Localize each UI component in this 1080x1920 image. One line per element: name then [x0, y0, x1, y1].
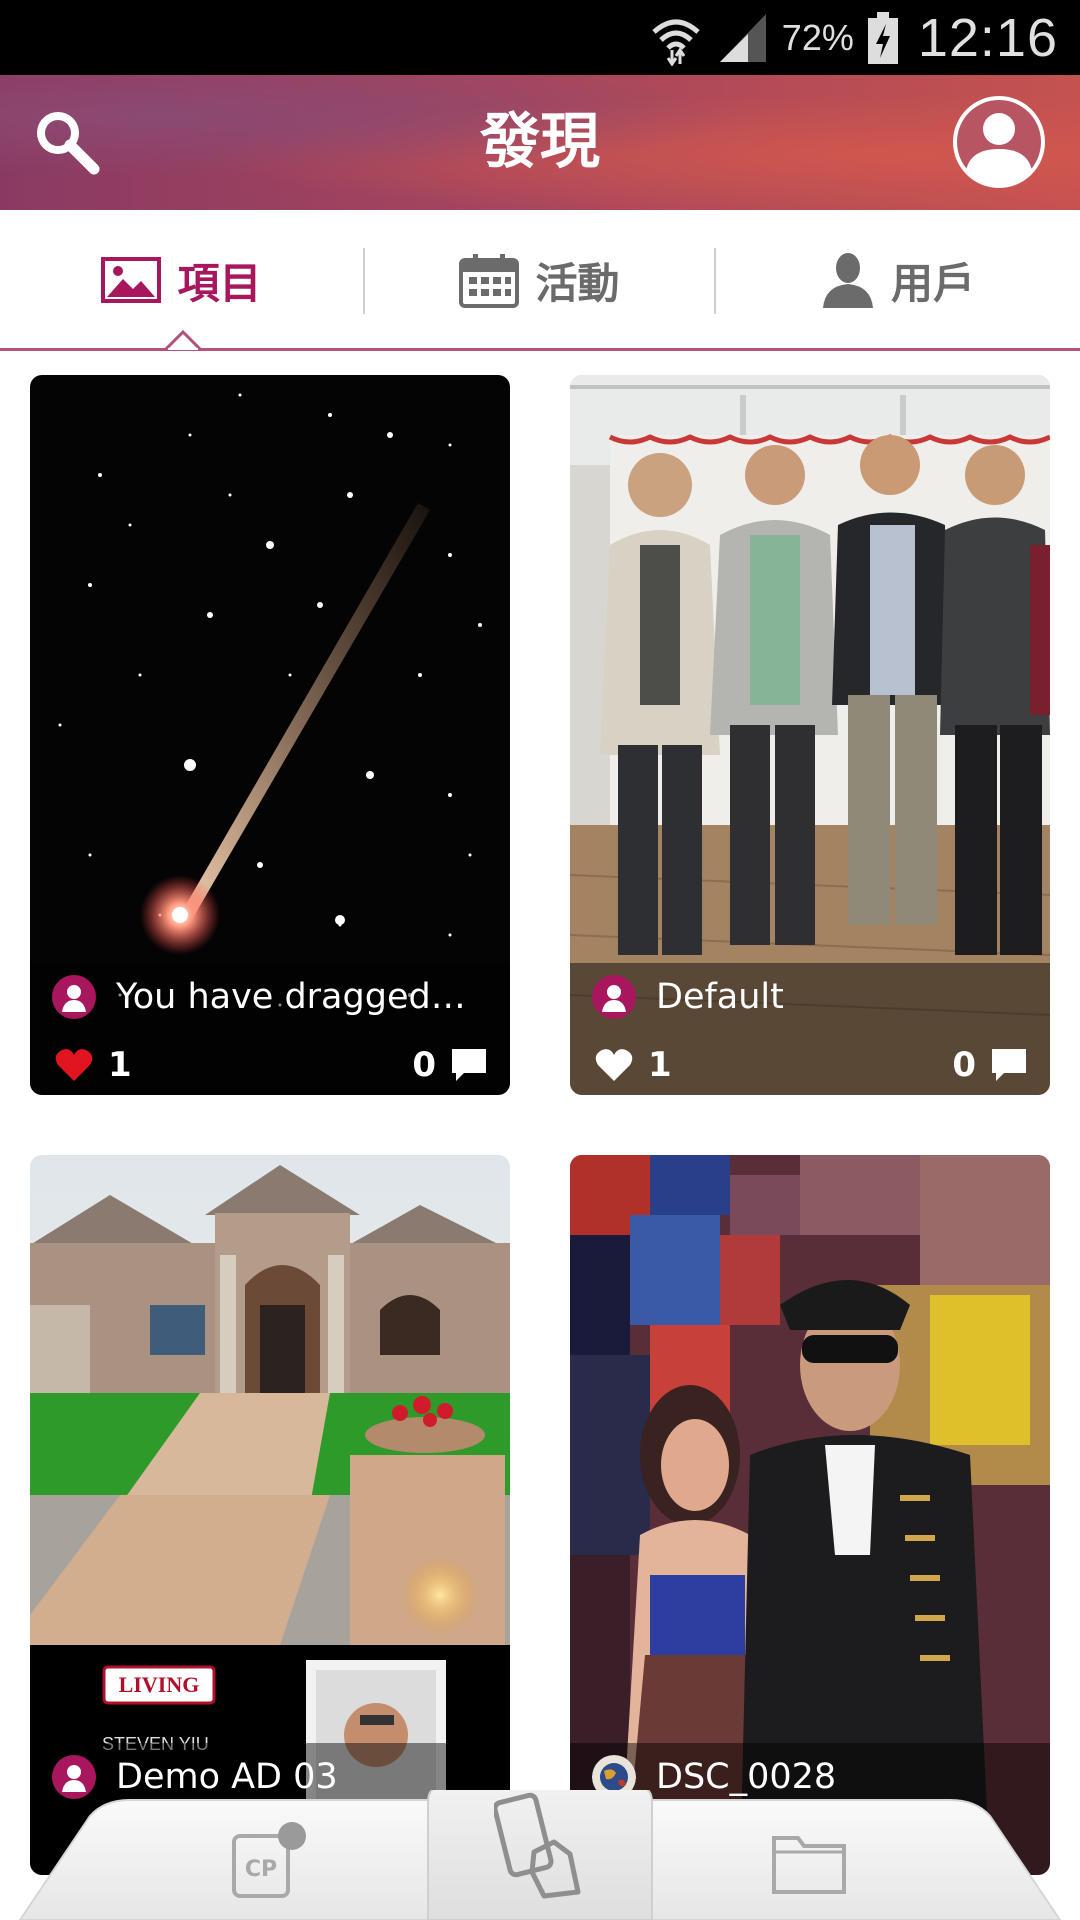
- card-author: Default: [592, 975, 784, 1019]
- tab-label: 用戶: [890, 258, 975, 308]
- like-count: 1: [108, 1045, 132, 1085]
- cp-icon: CP: [232, 1822, 306, 1898]
- author-avatar: [52, 975, 96, 1019]
- tab-label: 項目: [177, 258, 262, 308]
- likes[interactable]: 1: [54, 1045, 132, 1085]
- active-tab-caret: [165, 329, 201, 350]
- tab-users[interactable]: 用戶: [716, 210, 1080, 350]
- user-icon: [822, 253, 873, 308]
- user-avatar-icon: [953, 96, 1045, 188]
- svg-text:CP: CP: [245, 1857, 277, 1882]
- status-bar: 72% 12:16: [0, 0, 1080, 75]
- user-icon: [62, 1765, 86, 1792]
- comment-icon: [992, 1049, 1026, 1081]
- battery-charging-icon: [867, 11, 898, 64]
- card-title: You have dragged a...: [116, 977, 476, 1017]
- item-card[interactable]: Default 1 0: [570, 375, 1050, 1095]
- folder-button[interactable]: [770, 1830, 848, 1896]
- tab-bar: 項目 活動 用戶: [0, 210, 1080, 351]
- user-icon: [602, 985, 626, 1012]
- card-stats: 1 0: [594, 1043, 1028, 1087]
- author-avatar: [592, 975, 636, 1019]
- tab-underline: [0, 348, 1080, 351]
- status-icons: 72% 12:16: [648, 0, 1058, 75]
- card-author: You have dragged a...: [52, 975, 476, 1019]
- wifi-icon: [652, 19, 700, 66]
- signal-icon: [719, 13, 766, 62]
- card-stats: 1 0: [54, 1043, 488, 1087]
- heart-icon: [55, 1049, 93, 1081]
- cp-button[interactable]: CP: [228, 1820, 308, 1906]
- phone-hand-icon: [492, 1792, 581, 1899]
- bottom-dock: CP: [0, 1790, 1080, 1920]
- tab-label: 活動: [535, 258, 620, 308]
- item-card[interactable]: You have dragged a... 1 0: [30, 375, 510, 1095]
- user-icon: [62, 985, 86, 1012]
- ad-brand: LIVING: [119, 1672, 200, 1697]
- folder-icon: [772, 1836, 846, 1894]
- calendar-icon: [459, 254, 520, 308]
- image-icon: [101, 257, 162, 303]
- page-title: 發現: [480, 107, 600, 177]
- battery-percent: 72%: [781, 16, 854, 58]
- like-count: 1: [648, 1045, 672, 1085]
- phone-hand-button[interactable]: [492, 1792, 586, 1902]
- comment-count: 0: [952, 1045, 976, 1085]
- profile-button[interactable]: [950, 93, 1048, 191]
- card-title: Default: [656, 977, 784, 1017]
- clock: 12:16: [917, 7, 1058, 68]
- likes[interactable]: 1: [594, 1045, 672, 1085]
- tab-events[interactable]: 活動: [365, 210, 714, 350]
- comments[interactable]: 0: [412, 1045, 488, 1085]
- comments[interactable]: 0: [952, 1045, 1028, 1085]
- card-info: You have dragged a... 1 0: [30, 963, 510, 1095]
- app-header: 發現: [0, 75, 1080, 210]
- item-card[interactable]: DSC_0028: [570, 1155, 1050, 1875]
- comment-icon: [452, 1049, 486, 1081]
- card-info: Default 1 0: [570, 963, 1050, 1095]
- comment-count: 0: [412, 1045, 436, 1085]
- heart-icon: [595, 1049, 633, 1081]
- item-card[interactable]: LIVING STEVEN YIU Demo AD 03: [30, 1155, 510, 1875]
